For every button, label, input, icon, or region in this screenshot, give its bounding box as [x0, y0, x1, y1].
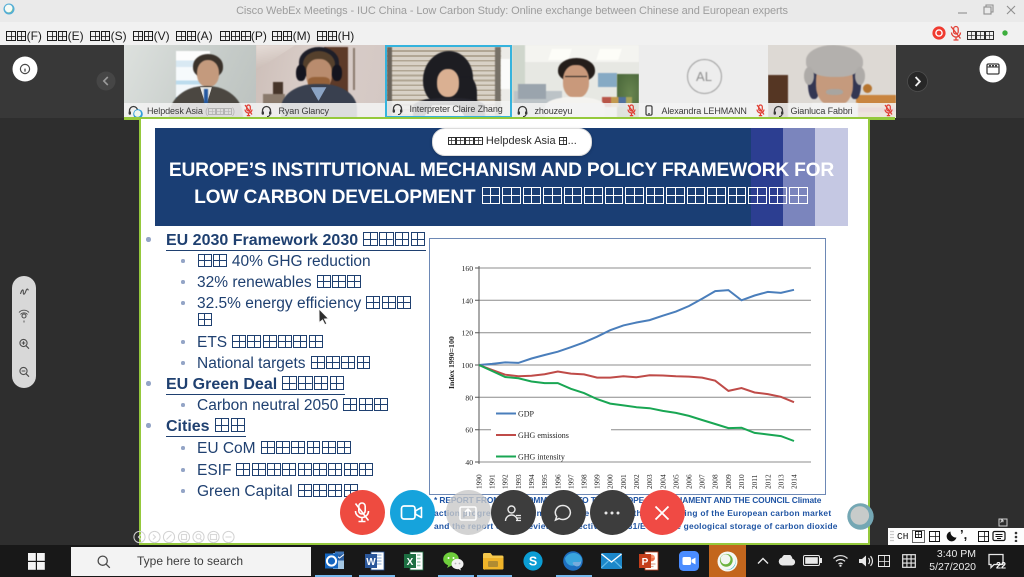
svg-text:2010: 2010 [737, 474, 746, 489]
svg-text:2008: 2008 [711, 474, 720, 489]
svg-text:2011: 2011 [750, 474, 759, 489]
svg-text:1990: 1990 [475, 474, 484, 489]
svg-text:40: 40 [465, 458, 473, 467]
svg-text:GDP: GDP [518, 410, 535, 419]
svg-text:W: W [366, 557, 376, 568]
svg-text:100: 100 [462, 361, 474, 370]
svg-text:2006: 2006 [685, 474, 694, 489]
svg-text:GHG emissions: GHG emissions [518, 431, 569, 440]
svg-text:1993: 1993 [514, 474, 523, 489]
svg-text:140: 140 [462, 296, 474, 305]
svg-text:80: 80 [465, 393, 473, 402]
svg-text:2004: 2004 [658, 474, 667, 489]
svg-text:1996: 1996 [553, 474, 562, 489]
svg-text:2005: 2005 [671, 474, 680, 489]
svg-text:2003: 2003 [645, 474, 654, 489]
svg-text:2002: 2002 [632, 474, 641, 489]
svg-text:1999: 1999 [593, 474, 602, 489]
svg-text:1992: 1992 [501, 474, 510, 489]
svg-text:P: P [642, 557, 649, 568]
svg-text:120: 120 [462, 329, 474, 338]
svg-text:2013: 2013 [776, 474, 785, 489]
svg-text:2001: 2001 [619, 474, 628, 489]
svg-text:S: S [529, 555, 537, 569]
svg-text:2012: 2012 [763, 474, 772, 489]
svg-text:1995: 1995 [540, 474, 549, 489]
svg-text:1991: 1991 [488, 474, 497, 489]
svg-text:Index 1990=100: Index 1990=100 [447, 336, 456, 389]
svg-text:2014: 2014 [790, 474, 799, 489]
svg-text:X: X [407, 557, 414, 568]
svg-text:22: 22 [996, 561, 1006, 571]
svg-text:1994: 1994 [527, 474, 536, 489]
svg-text:GHG intensity: GHG intensity [518, 453, 565, 462]
svg-text:2007: 2007 [698, 474, 707, 489]
svg-text:2009: 2009 [724, 474, 733, 489]
svg-text:1998: 1998 [580, 474, 589, 489]
svg-text:1997: 1997 [566, 474, 575, 489]
svg-text:160: 160 [462, 264, 474, 273]
svg-text:60: 60 [465, 426, 473, 435]
svg-text:2000: 2000 [606, 474, 615, 489]
